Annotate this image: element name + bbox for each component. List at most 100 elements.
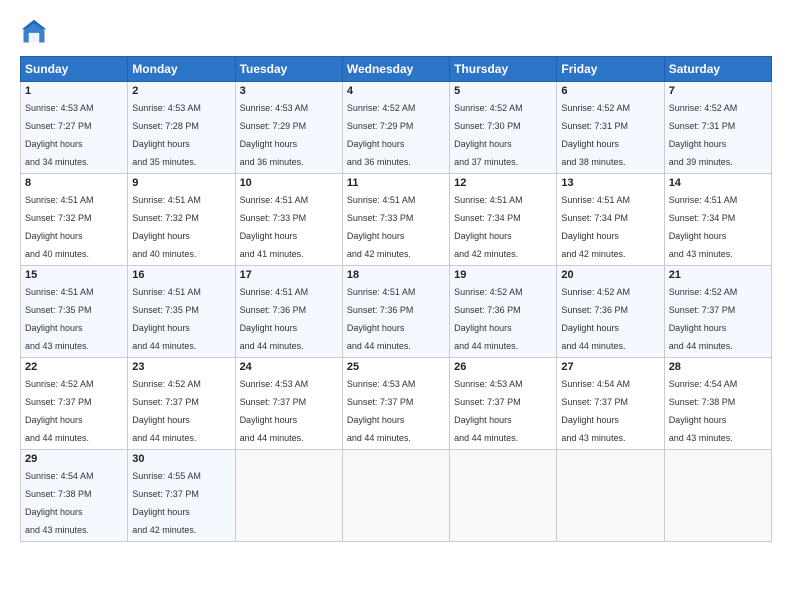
day-number: 26 — [454, 361, 552, 373]
calendar-cell — [557, 450, 664, 542]
day-header-monday: Monday — [128, 57, 235, 82]
day-info: Sunrise: 4:52 AMSunset: 7:36 PMDaylight … — [561, 287, 630, 351]
day-number: 24 — [240, 361, 338, 373]
day-number: 2 — [132, 85, 230, 97]
page: SundayMondayTuesdayWednesdayThursdayFrid… — [0, 0, 792, 612]
calendar-cell: 3 Sunrise: 4:53 AMSunset: 7:29 PMDayligh… — [235, 82, 342, 174]
calendar-cell: 7 Sunrise: 4:52 AMSunset: 7:31 PMDayligh… — [664, 82, 771, 174]
calendar-cell — [342, 450, 449, 542]
day-info: Sunrise: 4:53 AMSunset: 7:29 PMDaylight … — [240, 103, 309, 167]
calendar-cell: 22 Sunrise: 4:52 AMSunset: 7:37 PMDaylig… — [21, 358, 128, 450]
calendar-cell: 5 Sunrise: 4:52 AMSunset: 7:30 PMDayligh… — [450, 82, 557, 174]
day-number: 16 — [132, 269, 230, 281]
calendar-cell: 20 Sunrise: 4:52 AMSunset: 7:36 PMDaylig… — [557, 266, 664, 358]
calendar-cell: 27 Sunrise: 4:54 AMSunset: 7:37 PMDaylig… — [557, 358, 664, 450]
calendar-cell: 2 Sunrise: 4:53 AMSunset: 7:28 PMDayligh… — [128, 82, 235, 174]
day-number: 1 — [25, 85, 123, 97]
day-info: Sunrise: 4:52 AMSunset: 7:29 PMDaylight … — [347, 103, 416, 167]
day-number: 27 — [561, 361, 659, 373]
calendar-cell: 19 Sunrise: 4:52 AMSunset: 7:36 PMDaylig… — [450, 266, 557, 358]
calendar-header-row: SundayMondayTuesdayWednesdayThursdayFrid… — [21, 57, 772, 82]
day-info: Sunrise: 4:53 AMSunset: 7:37 PMDaylight … — [454, 379, 523, 443]
day-number: 20 — [561, 269, 659, 281]
calendar-table: SundayMondayTuesdayWednesdayThursdayFrid… — [20, 56, 772, 542]
day-number: 9 — [132, 177, 230, 189]
calendar-cell: 25 Sunrise: 4:53 AMSunset: 7:37 PMDaylig… — [342, 358, 449, 450]
day-number: 21 — [669, 269, 767, 281]
day-info: Sunrise: 4:53 AMSunset: 7:37 PMDaylight … — [347, 379, 416, 443]
day-info: Sunrise: 4:51 AMSunset: 7:33 PMDaylight … — [240, 195, 309, 259]
day-number: 15 — [25, 269, 123, 281]
day-number: 10 — [240, 177, 338, 189]
day-number: 17 — [240, 269, 338, 281]
day-number: 7 — [669, 85, 767, 97]
calendar-cell: 10 Sunrise: 4:51 AMSunset: 7:33 PMDaylig… — [235, 174, 342, 266]
day-info: Sunrise: 4:51 AMSunset: 7:35 PMDaylight … — [25, 287, 94, 351]
calendar-cell: 1 Sunrise: 4:53 AMSunset: 7:27 PMDaylight… — [21, 82, 128, 174]
calendar-cell — [664, 450, 771, 542]
day-info: Sunrise: 4:51 AMSunset: 7:33 PMDaylight … — [347, 195, 416, 259]
day-info: Sunrise: 4:52 AMSunset: 7:37 PMDaylight … — [132, 379, 201, 443]
day-info: Sunrise: 4:51 AMSunset: 7:36 PMDaylight … — [347, 287, 416, 351]
calendar-cell: 8 Sunrise: 4:51 AMSunset: 7:32 PMDayligh… — [21, 174, 128, 266]
day-header-tuesday: Tuesday — [235, 57, 342, 82]
day-number: 30 — [132, 453, 230, 465]
day-number: 12 — [454, 177, 552, 189]
day-header-saturday: Saturday — [664, 57, 771, 82]
day-number: 4 — [347, 85, 445, 97]
day-info: Sunrise: 4:53 AMSunset: 7:37 PMDaylight … — [240, 379, 309, 443]
day-info: Sunrise: 4:54 AMSunset: 7:38 PMDaylight … — [25, 471, 94, 535]
calendar-cell: 9 Sunrise: 4:51 AMSunset: 7:32 PMDayligh… — [128, 174, 235, 266]
calendar-cell: 18 Sunrise: 4:51 AMSunset: 7:36 PMDaylig… — [342, 266, 449, 358]
day-number: 19 — [454, 269, 552, 281]
day-info: Sunrise: 4:51 AMSunset: 7:32 PMDaylight … — [132, 195, 201, 259]
day-info: Sunrise: 4:51 AMSunset: 7:34 PMDaylight … — [561, 195, 630, 259]
day-number: 3 — [240, 85, 338, 97]
day-number: 8 — [25, 177, 123, 189]
day-info: Sunrise: 4:51 AMSunset: 7:36 PMDaylight … — [240, 287, 309, 351]
calendar-cell: 21 Sunrise: 4:52 AMSunset: 7:37 PMDaylig… — [664, 266, 771, 358]
header — [20, 18, 772, 46]
day-header-wednesday: Wednesday — [342, 57, 449, 82]
calendar-cell: 28 Sunrise: 4:54 AMSunset: 7:38 PMDaylig… — [664, 358, 771, 450]
day-info: Sunrise: 4:52 AMSunset: 7:37 PMDaylight … — [669, 287, 738, 351]
calendar-cell: 29 Sunrise: 4:54 AMSunset: 7:38 PMDaylig… — [21, 450, 128, 542]
calendar-cell: 15 Sunrise: 4:51 AMSunset: 7:35 PMDaylig… — [21, 266, 128, 358]
day-info: Sunrise: 4:51 AMSunset: 7:34 PMDaylight … — [669, 195, 738, 259]
day-info: Sunrise: 4:52 AMSunset: 7:36 PMDaylight … — [454, 287, 523, 351]
calendar-cell: 14 Sunrise: 4:51 AMSunset: 7:34 PMDaylig… — [664, 174, 771, 266]
day-info: Sunrise: 4:53 AMSunset: 7:28 PMDaylight … — [132, 103, 201, 167]
day-info: Sunrise: 4:54 AMSunset: 7:37 PMDaylight … — [561, 379, 630, 443]
calendar-cell: 6 Sunrise: 4:52 AMSunset: 7:31 PMDayligh… — [557, 82, 664, 174]
calendar-cell: 4 Sunrise: 4:52 AMSunset: 7:29 PMDayligh… — [342, 82, 449, 174]
day-number: 28 — [669, 361, 767, 373]
calendar-cell: 16 Sunrise: 4:51 AMSunset: 7:35 PMDaylig… — [128, 266, 235, 358]
calendar-cell — [235, 450, 342, 542]
day-number: 22 — [25, 361, 123, 373]
logo-icon — [20, 18, 48, 46]
calendar-cell: 12 Sunrise: 4:51 AMSunset: 7:34 PMDaylig… — [450, 174, 557, 266]
calendar-cell: 17 Sunrise: 4:51 AMSunset: 7:36 PMDaylig… — [235, 266, 342, 358]
day-info: Sunrise: 4:53 AMSunset: 7:27 PMDaylight … — [25, 103, 94, 167]
day-header-friday: Friday — [557, 57, 664, 82]
day-header-sunday: Sunday — [21, 57, 128, 82]
day-header-thursday: Thursday — [450, 57, 557, 82]
day-number: 11 — [347, 177, 445, 189]
calendar-cell: 24 Sunrise: 4:53 AMSunset: 7:37 PMDaylig… — [235, 358, 342, 450]
calendar-cell: 11 Sunrise: 4:51 AMSunset: 7:33 PMDaylig… — [342, 174, 449, 266]
day-info: Sunrise: 4:54 AMSunset: 7:38 PMDaylight … — [669, 379, 738, 443]
day-number: 5 — [454, 85, 552, 97]
day-number: 23 — [132, 361, 230, 373]
day-number: 6 — [561, 85, 659, 97]
day-number: 13 — [561, 177, 659, 189]
day-number: 14 — [669, 177, 767, 189]
day-info: Sunrise: 4:52 AMSunset: 7:30 PMDaylight … — [454, 103, 523, 167]
day-info: Sunrise: 4:52 AMSunset: 7:31 PMDaylight … — [669, 103, 738, 167]
day-number: 18 — [347, 269, 445, 281]
day-info: Sunrise: 4:51 AMSunset: 7:35 PMDaylight … — [132, 287, 201, 351]
calendar-cell: 30 Sunrise: 4:55 AMSunset: 7:37 PMDaylig… — [128, 450, 235, 542]
calendar-cell: 26 Sunrise: 4:53 AMSunset: 7:37 PMDaylig… — [450, 358, 557, 450]
day-info: Sunrise: 4:51 AMSunset: 7:32 PMDaylight … — [25, 195, 94, 259]
day-number: 25 — [347, 361, 445, 373]
day-number: 29 — [25, 453, 123, 465]
